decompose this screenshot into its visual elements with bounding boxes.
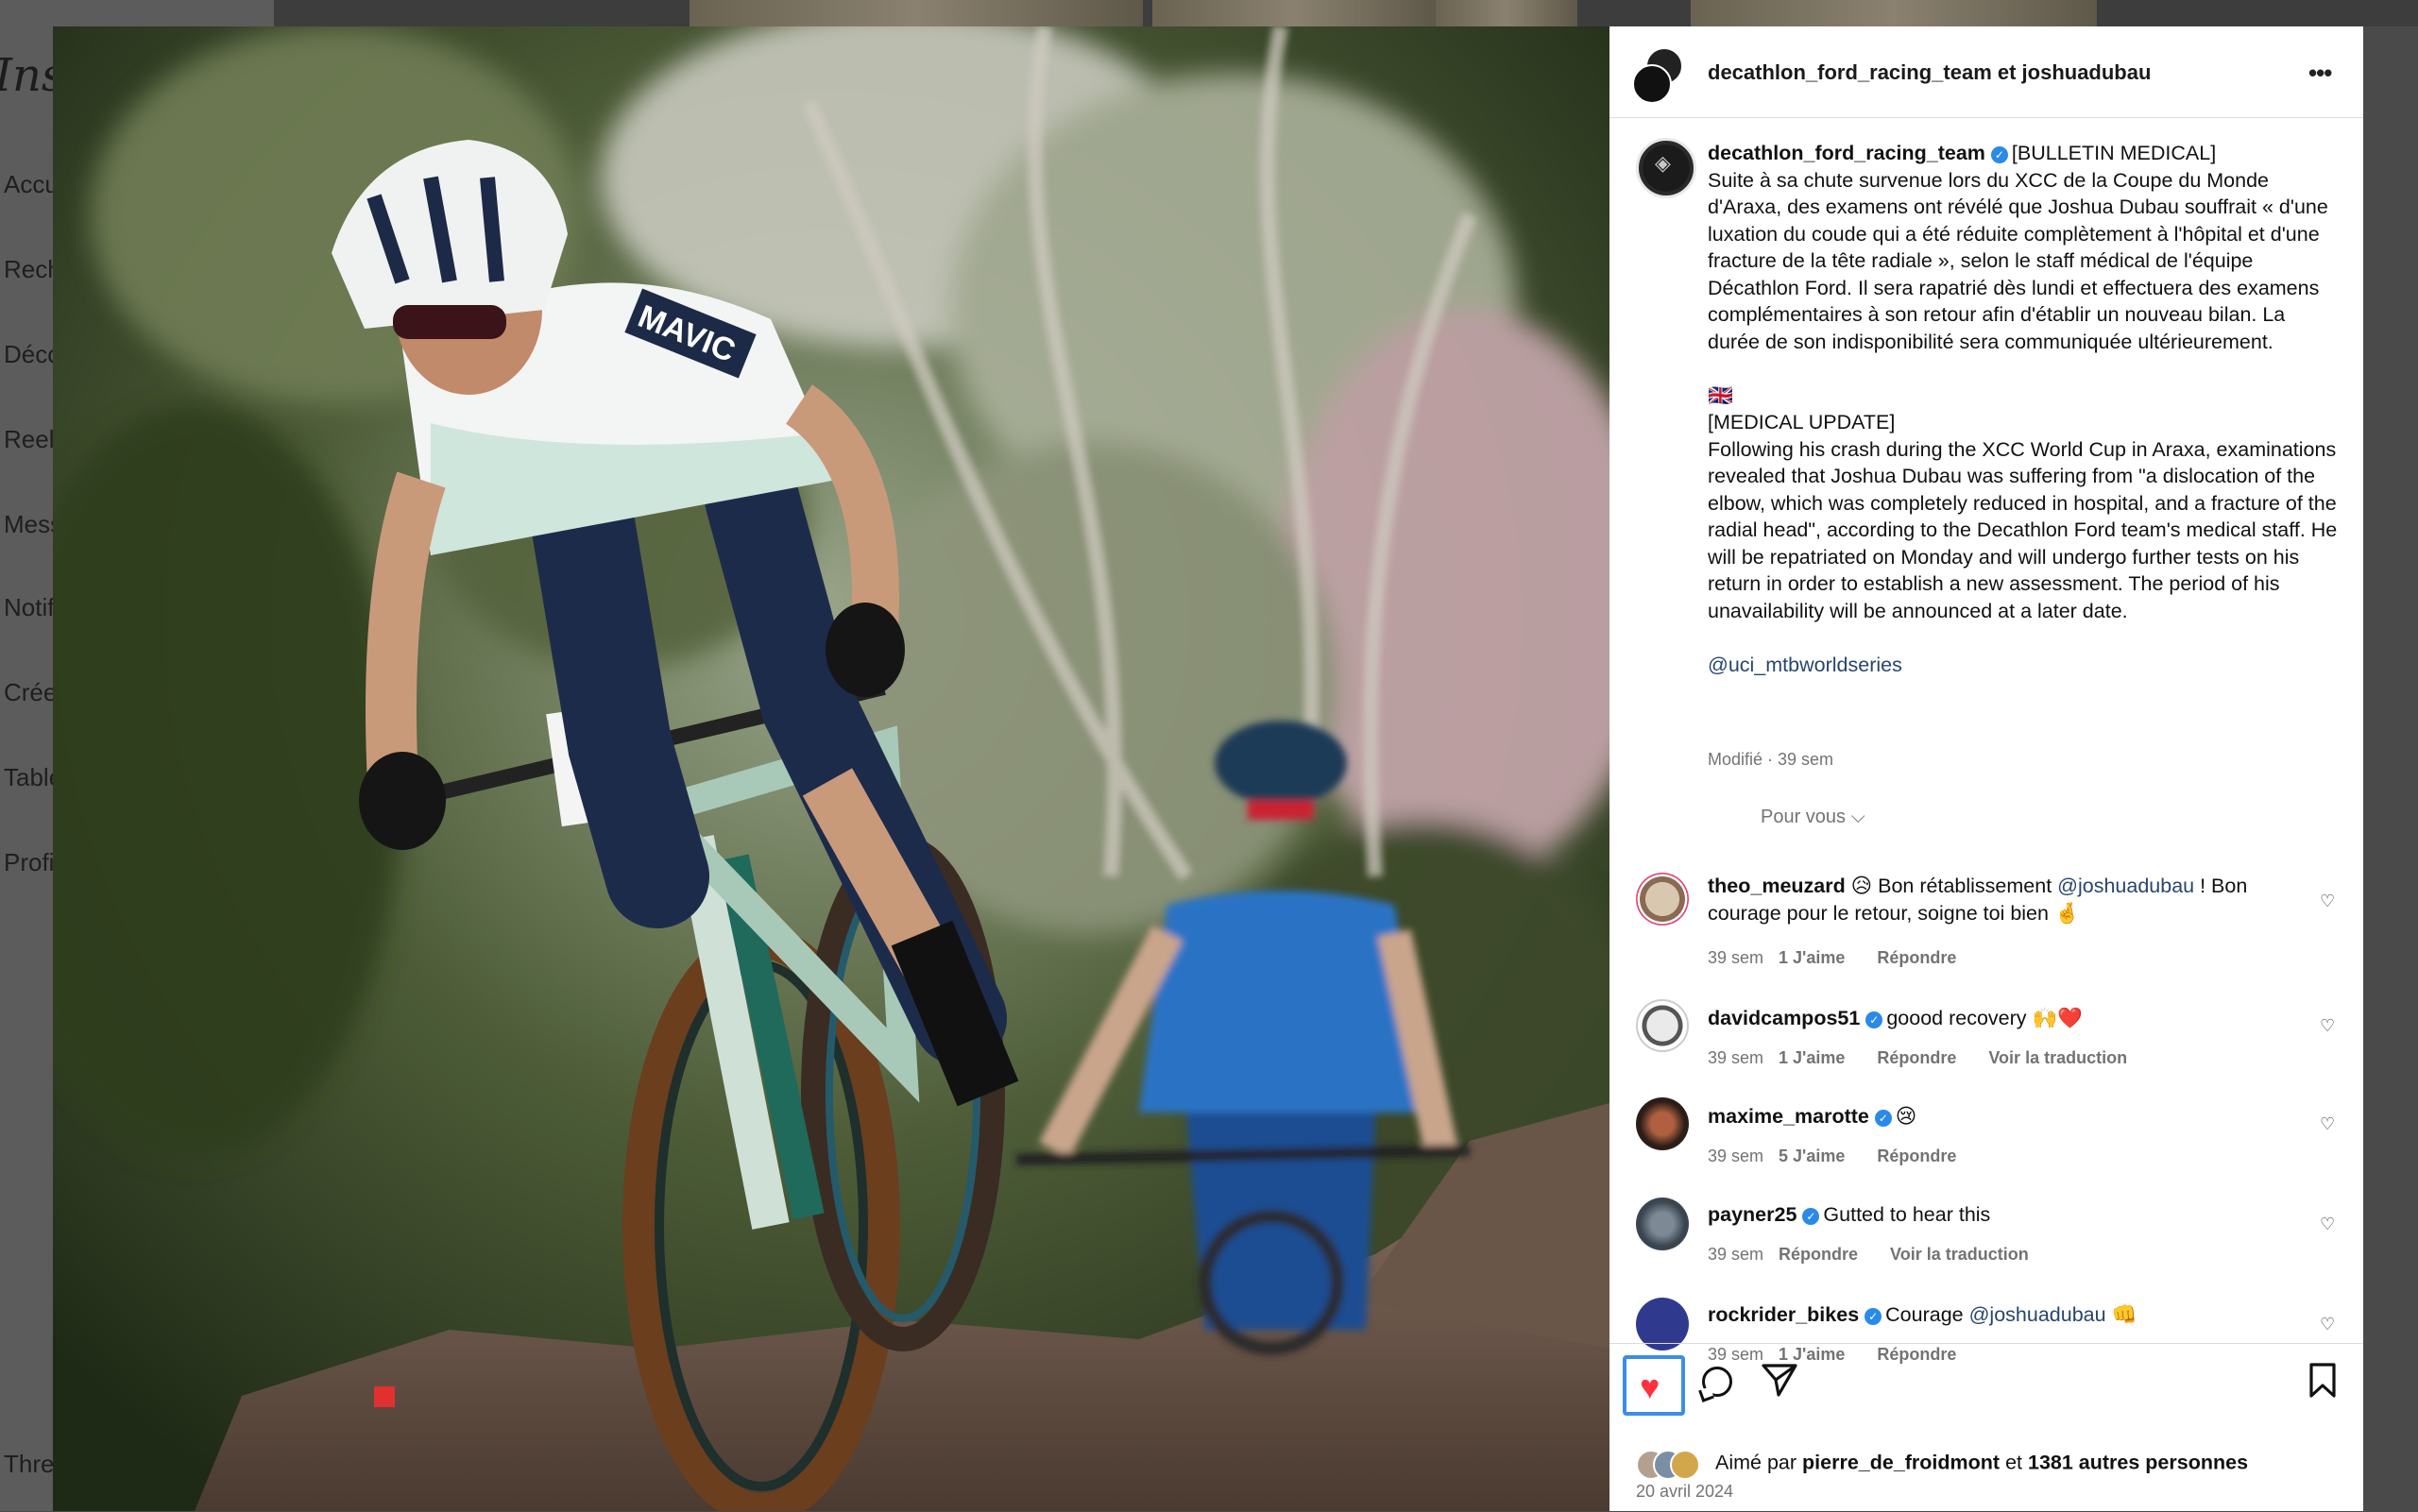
caption-fr: [BULLETIN MEDICAL] Suite à sa chute surv…	[1708, 142, 2328, 353]
comment-like-heart-icon[interactable]: ♡	[2320, 1315, 2335, 1334]
commenter-avatar[interactable]	[1636, 999, 1689, 1052]
bookmark-icon[interactable]	[2308, 1363, 2337, 1399]
likes-count[interactable]: 1381 autres personnes	[2028, 1452, 2248, 1474]
comment-username[interactable]: davidcampos51	[1708, 1007, 1860, 1029]
comment-text: davidcampos51 ✓ goood recovery 🙌❤️	[1708, 1007, 2084, 1029]
caption-en: [MEDICAL UPDATE] Following his crash dur…	[1708, 411, 2338, 622]
caption-mention[interactable]: @uci_mtbworldseries	[1708, 654, 1902, 676]
more-options-icon[interactable]: •••	[2308, 59, 2332, 88]
verified-icon: ✓	[1865, 1011, 1883, 1028]
background-feed-strip	[274, 0, 2418, 26]
post-actions-bar: ♥ Aimé par pierre_de_froidmont et 1381 a…	[1609, 1343, 2363, 1512]
comment-likes[interactable]: 5 J'aime	[1779, 1147, 1845, 1165]
collab-avatars[interactable]	[1632, 47, 1685, 104]
nav-create[interactable]: Crée	[4, 678, 57, 707]
comment-text: payner25 ✓ Gutted to hear this	[1708, 1203, 1991, 1226]
author-avatar[interactable]	[1636, 138, 1696, 198]
comment-text: rockrider_bikes ✓ Courage @joshuadubau 👊	[1708, 1303, 2137, 1326]
verified-icon: ✓	[1874, 1110, 1892, 1127]
nav-home[interactable]: Accu	[4, 170, 59, 199]
share-send-icon[interactable]	[1761, 1361, 1798, 1399]
reply-button[interactable]: Répondre	[1877, 1048, 1956, 1067]
comment-text: maxime_marotte ✓ 😢	[1708, 1105, 1917, 1128]
caption-username[interactable]: decathlon_ford_racing_team	[1708, 142, 1985, 164]
post-caption: decathlon_ford_racing_team ✓ [BULLETIN MED…	[1708, 140, 2341, 678]
comment-meta: 39 sem 1 J'aime Répondre Voir la traduction	[1708, 1048, 2128, 1067]
comment-likes[interactable]: 1 J'aime	[1779, 1048, 1845, 1067]
commenter-avatar[interactable]	[1636, 873, 1689, 926]
uk-flag-icon: 🇬🇧	[1708, 383, 1733, 407]
nav-threads[interactable]: Thre	[4, 1450, 54, 1479]
see-translation-link[interactable]: Voir la traduction	[1988, 1048, 2127, 1067]
commenter-avatar[interactable]	[1636, 1097, 1689, 1150]
sort-label: Pour vous	[1761, 807, 1847, 827]
comment-meta: 39 sem 1 J'aime Répondre	[1708, 948, 1957, 967]
comment-meta: 39 sem 5 J'aime Répondre	[1708, 1147, 1957, 1165]
post-date: 20 avril 2024	[1636, 1482, 1734, 1501]
verified-icon: ✓	[1865, 1308, 1882, 1325]
comment-like-heart-icon[interactable]: ♡	[2320, 892, 2335, 911]
chevron-down-icon: ⌵	[1850, 807, 1865, 827]
commenter-avatar[interactable]	[1636, 1198, 1689, 1250]
post-photo: MAVIC	[53, 26, 1609, 1511]
comment-meta: 39 sem Répondre Voir la traduction	[1708, 1245, 2029, 1264]
mtb-race-photo: MAVIC	[53, 26, 1609, 1511]
comment-username[interactable]: maxime_marotte	[1708, 1105, 1869, 1128]
post-header: decathlon_ford_racing_team et joshuaduba…	[1609, 26, 2363, 118]
liked-by-avatars	[1636, 1450, 1715, 1480]
comment-username[interactable]: theo_meuzard	[1708, 875, 1846, 897]
reply-button[interactable]: Répondre	[1779, 1245, 1858, 1264]
comment-mention[interactable]: @joshuadubau	[2057, 875, 2194, 897]
nav-profile[interactable]: Profi	[4, 848, 54, 877]
reply-button[interactable]: Répondre	[1877, 1147, 1956, 1165]
post-modified-time: Modifié · 39 sem	[1708, 750, 1834, 769]
comment-username[interactable]: rockrider_bikes	[1708, 1303, 1859, 1326]
comment-like-heart-icon[interactable]: ♡	[2320, 1016, 2335, 1036]
comment-icon[interactable]	[1702, 1367, 1732, 1397]
verified-icon: ✓	[1802, 1208, 1820, 1225]
post-authors-title[interactable]: decathlon_ford_racing_team et joshuaduba…	[1708, 60, 2151, 85]
nav-notifications[interactable]: Notif	[4, 593, 54, 622]
comment-text: theo_meuzard 😥 Bon rétablissement @joshu…	[1708, 875, 2248, 925]
post-modal: MAVIC decathlon_ford_racing_team et josh…	[53, 26, 2363, 1511]
comment-like-heart-icon[interactable]: ♡	[2320, 1114, 2335, 1134]
liked-by-line[interactable]: Aimé par pierre_de_froidmont et 1381 aut…	[1636, 1450, 2248, 1480]
comment-username[interactable]: payner25	[1708, 1203, 1796, 1226]
like-button[interactable]: ♥	[1623, 1355, 1685, 1416]
post-details-panel: decathlon_ford_racing_team et joshuaduba…	[1609, 26, 2363, 1511]
comment-likes[interactable]: 1 J'aime	[1779, 948, 1845, 967]
see-translation-link[interactable]: Voir la traduction	[1890, 1245, 2029, 1264]
comment-mention[interactable]: @joshuadubau	[1969, 1303, 2106, 1326]
comment-like-heart-icon[interactable]: ♡	[2320, 1215, 2335, 1234]
heart-filled-icon: ♥	[1640, 1368, 1660, 1406]
reply-button[interactable]: Répondre	[1877, 948, 1956, 967]
comment-sort-dropdown[interactable]: Pour vous ⌵	[1761, 807, 1865, 828]
avatar-decathlon[interactable]	[1632, 64, 1672, 104]
liked-by-user[interactable]: pierre_de_froidmont	[1802, 1452, 2000, 1474]
verified-icon: ✓	[1990, 146, 2008, 163]
